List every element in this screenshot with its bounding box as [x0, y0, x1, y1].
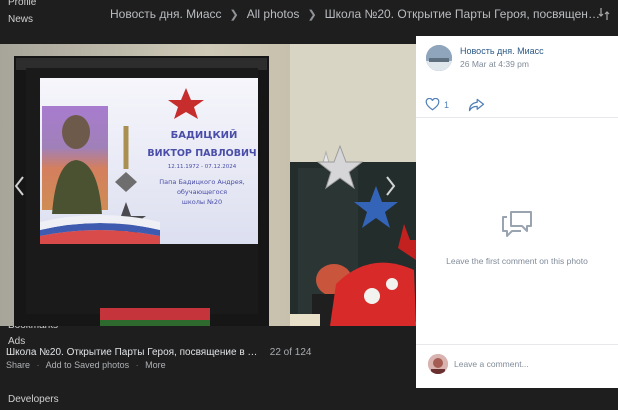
chevron-right-icon: ❯: [307, 8, 317, 21]
separator-dot: ·: [36, 360, 40, 370]
photo-viewer[interactable]: БАДИЦКИЙ ВИКТОР ПАВЛОВИЧ 12.11.1972 - 07…: [0, 44, 416, 326]
empty-comments: Leave the first comment on this photo: [416, 208, 618, 266]
photo-info-bar: Школа №20. Открытие Парты Героя, посвяще…: [0, 340, 416, 374]
poster-surname: БАДИЦКИЙ: [171, 128, 238, 141]
nav-item-profile[interactable]: Profile: [8, 0, 36, 8]
heart-icon: [425, 98, 440, 111]
user-avatar[interactable]: [428, 354, 448, 374]
author-row: Новость дня. Миасс 26 Mar at 4:39 pm: [416, 36, 618, 86]
photo-title: Школа №20. Открытие Парты Героя, посвяще…: [6, 347, 261, 358]
breadcrumb-community[interactable]: Новость дня. Миасс: [110, 7, 222, 21]
like-count: 1: [444, 99, 450, 110]
viewer-topbar: Новость дня. Миасс ❯ All photos ❯ Школа …: [96, 0, 618, 30]
breadcrumb-album[interactable]: Школа №20. Открытие Парты Героя, посвяще…: [325, 7, 600, 21]
reactions-bar: 1: [416, 94, 618, 118]
poster-dates: 12.11.1972 - 07.12.2024: [168, 164, 237, 170]
comment-bubble-icon: [502, 211, 532, 237]
more-button[interactable]: More: [145, 360, 166, 370]
separator-dot: ·: [135, 360, 139, 370]
collapse-icon[interactable]: [598, 7, 610, 21]
poster-caption-1: Папа Бадицкого Андрея,: [159, 178, 244, 186]
comment-composer: [416, 344, 618, 388]
breadcrumb-all-photos[interactable]: All photos: [247, 7, 300, 21]
chevron-left-icon[interactable]: [12, 174, 28, 198]
photo-actions: Share · Add to Saved photos · More: [6, 360, 166, 370]
photo-title-row: Школа №20. Открытие Парты Героя, посвяще…: [6, 347, 312, 358]
empty-comments-text: Leave the first comment on this photo: [446, 256, 588, 266]
add-to-saved-button[interactable]: Add to Saved photos: [46, 360, 130, 370]
chevron-right-icon: ❯: [229, 8, 239, 21]
post-date[interactable]: 26 Mar at 4:39 pm: [460, 59, 529, 69]
share-arrow-icon[interactable]: [468, 98, 485, 112]
community-avatar[interactable]: [426, 45, 452, 71]
like-button[interactable]: 1: [425, 98, 449, 111]
photo-image: БАДИЦКИЙ ВИКТОР ПАВЛОВИЧ 12.11.1972 - 07…: [0, 44, 416, 326]
side-panel: Новость дня. Миасс 26 Mar at 4:39 pm 1 L…: [416, 36, 618, 388]
share-photo-button[interactable]: Share: [6, 360, 30, 370]
comment-input[interactable]: [454, 354, 610, 374]
breadcrumb: Новость дня. Миасс ❯ All photos ❯ Школа …: [110, 7, 600, 21]
poster-caption-2: обучающегося: [177, 188, 227, 196]
chevron-right-icon[interactable]: [382, 174, 398, 198]
poster-name: ВИКТОР ПАВЛОВИЧ: [147, 148, 256, 159]
poster-caption-3: школы №20: [182, 198, 222, 206]
author-name-link[interactable]: Новость дня. Миасс: [460, 46, 544, 56]
nav-item-developers[interactable]: Developers: [8, 394, 59, 405]
photo-counter: 22 of 124: [269, 347, 312, 358]
nav-item-news[interactable]: News: [8, 14, 33, 25]
